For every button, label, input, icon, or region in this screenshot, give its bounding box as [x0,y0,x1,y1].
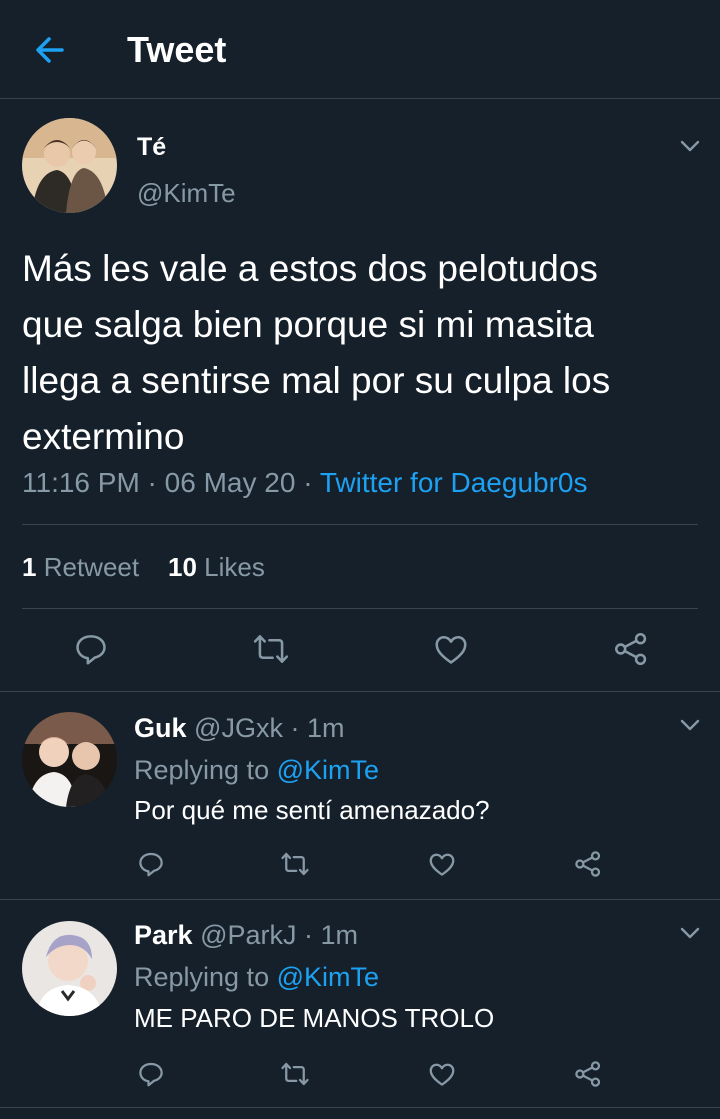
share-icon [575,1061,601,1087]
tweet-text: Más les vale a estos dos pelotudos que s… [22,248,611,457]
author-name[interactable]: Té [137,131,166,163]
retweets-count: 1 [22,552,37,582]
retweet-icon [253,635,289,663]
retweet-icon [281,852,309,876]
replying-label: Replying to [134,755,270,785]
reply-icon [139,1062,163,1087]
replying-to-link[interactable]: @KimTe [277,755,379,785]
tweet-date: 06 May 20 [164,467,296,498]
divider [22,608,698,609]
retweet-button[interactable] [280,1059,310,1089]
chevron-down-icon [680,927,700,939]
retweet-button[interactable] [280,849,310,879]
likes-count: 10 [168,552,197,582]
like-button[interactable] [427,1059,457,1089]
share-button[interactable] [573,849,603,879]
reply-avatar[interactable] [22,921,117,1016]
reply-header: Park @ParkJ · 1m [134,920,359,950]
retweet-button[interactable] [252,630,290,668]
divider [0,899,720,900]
reply-text: Por qué me sentí amenazado? [134,795,490,825]
reply-time: 1m [306,713,345,743]
page-title: Tweet [127,29,227,70]
reply-button[interactable] [136,1059,166,1089]
reply-time: 1m [320,920,359,950]
share-button[interactable] [573,1059,603,1089]
header-bar: Tweet [0,0,720,99]
retweets-label: Retweet [43,552,140,582]
chevron-down-icon [680,140,700,152]
reply-author-handle[interactable]: @JGxk [194,713,283,743]
replying-to: Replying to @KimTe [134,752,379,788]
like-icon [429,853,455,876]
reply-button[interactable] [72,630,110,668]
reply-author-handle[interactable]: @ParkJ [200,920,296,950]
meta-separator: · [295,467,320,498]
avatar[interactable] [22,118,117,213]
reply-header: Guk @JGxk · 1m [134,713,345,743]
divider [22,524,698,525]
replying-to: Replying to @KimTe [134,959,379,995]
like-icon [429,1063,455,1086]
like-icon [435,636,467,664]
share-icon [575,851,601,877]
meta-separator: · [139,467,165,498]
replying-label: Replying to [134,962,270,992]
reply-icon [139,852,163,877]
tweet-meta: 11:16 PM · 06 May 20 · Twitter for Daegu… [22,463,587,503]
back-button[interactable] [30,30,70,70]
likes-label: Likes [204,552,265,582]
back-arrow-icon [36,37,64,63]
tweet-time: 11:16 PM [22,467,140,498]
reply-icon [76,635,106,665]
reply-author-name[interactable]: Park [134,920,193,950]
author-handle[interactable]: @KimTe [137,177,236,209]
tweet-source-link[interactable]: Twitter for Daegubr0s [320,467,588,498]
divider [0,1107,720,1108]
tweet-stats: 1 Retweet 10 Likes [22,547,265,587]
chevron-down-icon [680,719,700,731]
reply-menu-button[interactable] [678,713,702,737]
reply-button[interactable] [136,849,166,879]
share-button[interactable] [612,630,650,668]
tweet-menu-button[interactable] [678,134,702,158]
reply-author-name[interactable]: Guk [134,713,187,743]
like-button[interactable] [427,849,457,879]
share-icon [615,633,647,665]
likes-stat[interactable]: 10 Likes [168,552,265,582]
retweet-icon [281,1062,309,1086]
replying-to-link[interactable]: @KimTe [277,962,379,992]
retweets-stat[interactable]: 1 Retweet [22,552,139,582]
reply-menu-button[interactable] [678,921,702,945]
divider [0,691,720,692]
like-button[interactable] [432,630,470,668]
reply-text: ME PARO DE MANOS TROLO [134,1003,495,1033]
reply-avatar[interactable] [22,712,117,807]
